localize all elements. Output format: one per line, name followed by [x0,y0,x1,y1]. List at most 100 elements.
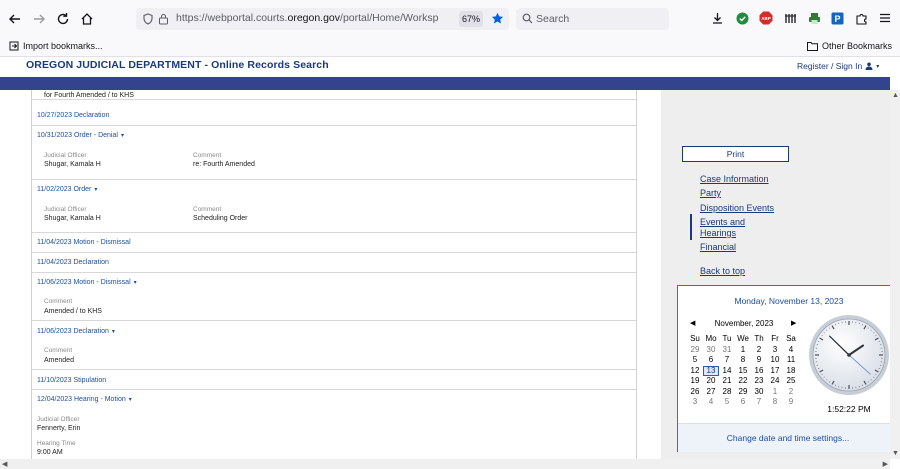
search-input[interactable]: Search [516,8,669,30]
next-month-icon[interactable]: ▶ [791,319,796,327]
calendar-day[interactable]: 12 [687,366,703,375]
calendar-day[interactable]: 6 [703,355,719,364]
clock-calendar-flyout: Monday, November 13, 2023 ◀ November, 20… [677,285,899,452]
printer-icon[interactable] [806,10,822,26]
comment-value: re: Fourth Amended [193,161,255,168]
sidebar-link-case-information[interactable]: Case Information [700,174,769,184]
sidebar-link-party[interactable]: Party [700,188,721,198]
register-sign-in-link[interactable]: Register / Sign In ▾ [797,61,879,71]
calendar-day[interactable]: 18 [783,366,799,375]
chevron-down-icon[interactable]: ▾ [129,397,132,403]
calendar-day[interactable]: 22 [735,376,751,385]
bookmark-star-icon[interactable] [491,12,504,25]
vertical-scrollbar[interactable]: ▲ ▼ [890,90,900,459]
calendar-day[interactable]: 16 [751,366,767,375]
adblock-icon[interactable]: ABP [758,10,774,26]
shield-icon[interactable] [142,13,154,25]
change-date-time-settings-link[interactable]: Change date and time settings... [678,433,898,443]
user-icon [865,62,873,70]
url-text[interactable]: https://webportal.courts.oregon.gov/port… [176,12,438,24]
menu-hamburger-icon[interactable] [877,10,893,26]
calendar-day[interactable]: 1 [767,387,783,396]
calendar-day[interactable]: 24 [767,376,783,385]
back-to-top-link[interactable]: Back to top [700,266,745,276]
calendar-day[interactable]: 11 [783,355,799,364]
p-extension-icon[interactable]: P [829,10,845,26]
other-bookmarks-folder[interactable]: Other Bookmarks [806,41,892,51]
scroll-right-icon[interactable]: ▶ [883,460,888,468]
calendar-day[interactable]: 8 [767,397,783,406]
sidebar-link-disposition-events[interactable]: Disposition Events [700,203,774,213]
address-bar[interactable]: https://webportal.courts.oregon.gov/port… [136,8,509,30]
scroll-up-icon[interactable]: ▲ [892,92,899,99]
event-link[interactable]: 11/04/2023 Motion - Dismissal [37,239,131,246]
sidebar-link-events-and-hearings[interactable]: Events and [700,217,745,227]
calendar-day[interactable]: 7 [719,355,735,364]
calendar-day[interactable]: 15 [735,366,751,375]
calendar-day[interactable]: 29 [687,345,703,354]
long-date-link[interactable]: Monday, November 13, 2023 [678,296,900,306]
sidebar-link-events-and-hearings-line2[interactable]: Hearings [700,228,736,238]
check-extension-icon[interactable] [734,10,750,26]
import-bookmarks-link[interactable]: Import bookmarks... [9,41,103,51]
reload-icon[interactable] [53,9,73,29]
calendar-day[interactable]: 9 [751,355,767,364]
event-link[interactable]: 12/04/2023 Hearing - Motion ▾ [37,396,132,403]
scroll-down-icon[interactable]: ▼ [892,450,899,457]
forward-arrow-icon[interactable] [29,9,49,29]
calendar-day[interactable]: 30 [703,345,719,354]
calendar-day[interactable]: 2 [751,345,767,354]
chevron-down-icon[interactable]: ▾ [94,187,97,193]
calendar-day[interactable]: 20 [703,376,719,385]
calendar-day[interactable]: 19 [687,376,703,385]
calendar-day[interactable]: 27 [703,387,719,396]
grid-extension-icon[interactable] [782,10,798,26]
lock-icon[interactable] [158,13,169,25]
event-link[interactable]: 11/02/2023 Order ▾ [37,186,97,193]
calendar-day[interactable]: 30 [751,387,767,396]
calendar-day[interactable]: 23 [751,376,767,385]
calendar-month-label[interactable]: November, 2023 [690,319,798,328]
print-button[interactable]: Print [682,146,789,162]
home-icon[interactable] [77,9,97,29]
calendar-day[interactable]: 1 [735,345,751,354]
calendar-day[interactable]: 8 [735,355,751,364]
calendar-day[interactable]: 28 [719,387,735,396]
calendar-day[interactable]: 7 [751,397,767,406]
scroll-left-icon[interactable]: ◀ [2,460,7,468]
sidebar-link-financial[interactable]: Financial [700,242,736,252]
calendar-day[interactable]: 29 [735,387,751,396]
download-icon[interactable] [709,10,725,26]
chevron-down-icon[interactable]: ▾ [112,329,115,335]
event-link[interactable]: 11/06/2023 Motion - Dismissal ▾ [37,279,137,286]
calendar-day[interactable]: 9 [783,397,799,406]
calendar-day[interactable]: 31 [719,345,735,354]
chevron-down-icon[interactable]: ▾ [121,133,124,139]
event-link[interactable]: 10/27/2023 Declaration [37,112,109,119]
zoom-level-badge[interactable]: 67% [459,11,483,27]
calendar-day[interactable]: 14 [719,366,735,375]
calendar-day[interactable]: 3 [767,345,783,354]
event-link[interactable]: 11/10/2023 Stipulation [37,377,106,384]
calendar-day[interactable]: 25 [783,376,799,385]
calendar-day[interactable]: 4 [783,345,799,354]
event-link[interactable]: 11/04/2023 Declaration [37,259,109,266]
event-link[interactable]: 10/31/2023 Order - Denial ▾ [37,132,124,139]
back-arrow-icon[interactable] [5,9,25,29]
calendar-day[interactable]: 4 [703,397,719,406]
analog-clock [809,315,889,395]
calendar-day[interactable]: 3 [687,397,703,406]
calendar-day[interactable]: 21 [719,376,735,385]
event-link[interactable]: 11/06/2023 Declaration ▾ [37,328,115,335]
calendar-day[interactable]: 2 [783,387,799,396]
calendar-day[interactable]: 17 [767,366,783,375]
puzzle-extensions-icon[interactable] [853,10,869,26]
calendar-day[interactable]: 10 [767,355,783,364]
calendar-day[interactable]: 6 [735,397,751,406]
horizontal-scrollbar[interactable]: ◀ ▶ [0,459,890,469]
calendar-day[interactable]: 26 [687,387,703,396]
calendar-day-today[interactable]: 13 [703,365,719,376]
calendar-day[interactable]: 5 [687,355,703,364]
calendar-day[interactable]: 5 [719,397,735,406]
chevron-down-icon[interactable]: ▾ [134,280,137,286]
